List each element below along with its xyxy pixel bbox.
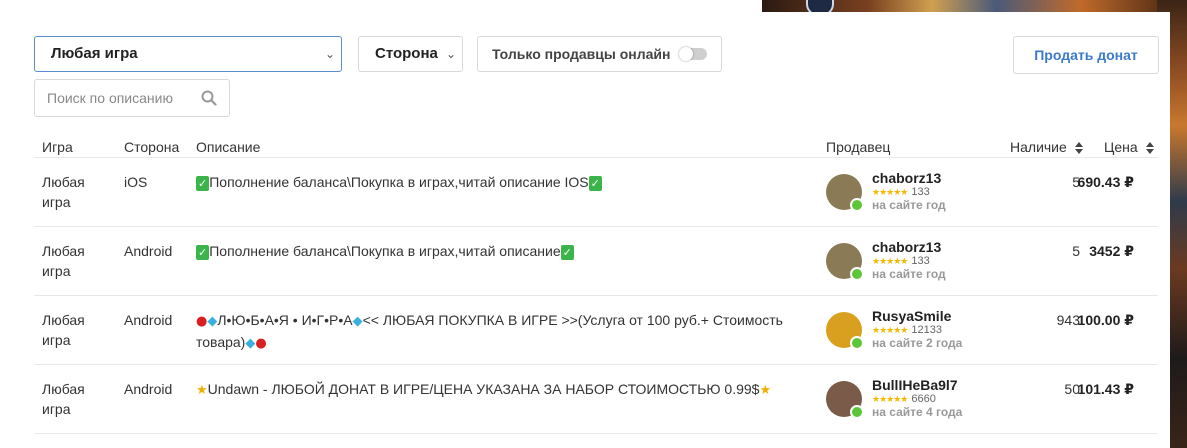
star-icon: ★	[196, 383, 208, 398]
star-rating-icon: ★★★★★	[872, 187, 908, 197]
header-seller: Продавец	[826, 139, 891, 155]
row-game: Любая игра	[42, 174, 85, 210]
check-mark-icon: ✓	[588, 176, 602, 191]
row-description-text: Undawn - ЛЮБОЙ ДОНАТ В ИГРЕ/ЦЕНА УКАЗАНА…	[207, 381, 760, 397]
row-description: ✓ Пополнение баланса\Покупка в играх,чита…	[196, 172, 816, 192]
row-description: ✓ Пополнение баланса\Покупка в играх,чита…	[196, 241, 816, 261]
online-status-icon	[850, 198, 864, 212]
red-circle-icon: ●	[196, 314, 208, 329]
row-side: Android	[124, 243, 173, 259]
row-description-text-a: Л•Ю•Б•А•Я • И•Г•Р•А	[217, 312, 353, 328]
diamond-icon: ◆	[245, 336, 256, 351]
row-game: Любая игра	[42, 312, 85, 348]
seller-since: на сайте 2 года	[872, 336, 963, 350]
row-price: 101.43 ₽	[1077, 381, 1134, 397]
rating-count: 133	[911, 255, 930, 267]
row-description-text: Пополнение баланса\Покупка в играх,читай…	[209, 174, 589, 190]
online-status-icon	[850, 336, 864, 350]
row-game: Любая игра	[42, 243, 85, 279]
side-select-value: Сторона	[375, 45, 438, 62]
seller-rating: ★★★★★ 12133	[872, 324, 942, 336]
row-game: Любая игра	[42, 381, 85, 417]
header-side: Сторона	[124, 139, 180, 155]
header-price: Цена	[1104, 139, 1138, 155]
table-row[interactable]: Любая игра iOS ✓ Пополнение баланса\Покуп…	[0, 158, 1170, 226]
online-status-icon	[850, 267, 864, 281]
row-description: ★Undawn - ЛЮБОЙ ДОНАТ В ИГРЕ/ЦЕНА УКАЗАН…	[196, 379, 816, 401]
header-price-sort[interactable]: Цена	[1104, 139, 1154, 155]
sort-icon	[1074, 142, 1083, 155]
table-row[interactable]: Любая игра Android ✓ Пополнение баланса\П…	[0, 227, 1170, 295]
header-game: Игра	[42, 139, 73, 155]
seller-rating: ★★★★★ 6660	[872, 393, 936, 405]
seller-rating: ★★★★★ 133	[872, 255, 930, 267]
offers-panel: Любая игра ⌄ Сторона ⌄ Только продавцы о…	[0, 12, 1170, 448]
seller-name[interactable]: BullIHeBa9l7	[872, 377, 958, 393]
seller-name[interactable]: chaborz13	[872, 239, 941, 255]
star-rating-icon: ★★★★★	[872, 325, 908, 335]
row-price: 690.43 ₽	[1077, 174, 1134, 190]
game-select[interactable]: Любая игра ⌄	[34, 36, 342, 72]
seller-since: на сайте 4 года	[872, 405, 963, 419]
chevron-down-icon: ⌄	[445, 47, 456, 61]
red-circle-icon: ●	[255, 336, 267, 351]
row-stock: 943	[1056, 312, 1080, 328]
search-input[interactable]	[35, 80, 209, 116]
search-icon[interactable]	[201, 90, 217, 106]
row-price: 100.00 ₽	[1077, 312, 1134, 328]
check-mark-icon: ✓	[560, 245, 574, 260]
header-stock: Наличие	[1010, 139, 1067, 155]
game-select-value: Любая игра	[51, 45, 138, 62]
online-only-label: Только продавцы онлайн	[492, 46, 671, 62]
check-mark-icon: ✓	[196, 245, 210, 260]
online-status-icon	[850, 405, 864, 419]
side-select[interactable]: Сторона ⌄	[358, 36, 463, 72]
chevron-down-icon: ⌄	[324, 47, 335, 61]
sort-icon	[1145, 142, 1154, 155]
table-divider	[34, 433, 1158, 434]
diamond-icon: ◆	[207, 314, 218, 329]
diamond-icon: ◆	[352, 314, 363, 329]
row-stock: 5	[1072, 243, 1080, 259]
table-row[interactable]: Любая игра Android ●◆Л•Ю•Б•А•Я • И•Г•Р•А…	[0, 296, 1170, 364]
row-side: iOS	[124, 174, 148, 190]
online-only-filter[interactable]: Только продавцы онлайн	[477, 36, 722, 72]
seller-name[interactable]: chaborz13	[872, 170, 941, 186]
row-description-text: Пополнение баланса\Покупка в играх,читай…	[209, 243, 561, 259]
seller-rating: ★★★★★ 133	[872, 186, 930, 198]
sell-donate-button[interactable]: Продать донат	[1013, 36, 1159, 74]
seller-since: на сайте год	[872, 267, 946, 281]
row-description: ●◆Л•Ю•Б•А•Я • И•Г•Р•А◆<< ЛЮБАЯ ПОКУПКА В…	[196, 310, 816, 354]
header-description: Описание	[196, 139, 261, 155]
star-rating-icon: ★★★★★	[872, 256, 908, 266]
star-icon: ★	[759, 383, 772, 398]
avatar[interactable]	[826, 243, 864, 281]
seller-since: на сайте год	[872, 198, 946, 212]
search-box	[34, 79, 230, 117]
avatar[interactable]	[826, 174, 864, 212]
avatar[interactable]	[826, 312, 864, 350]
rating-count: 133	[911, 186, 930, 198]
avatar[interactable]	[826, 381, 864, 419]
seller-name[interactable]: RusyaSmile	[872, 308, 951, 324]
rating-count: 6660	[911, 393, 936, 405]
row-price: 3452 ₽	[1089, 243, 1134, 259]
row-side: Android	[124, 312, 173, 328]
table-row[interactable]: Любая игра Android ★Undawn - ЛЮБОЙ ДОНАТ…	[0, 365, 1170, 433]
online-only-toggle[interactable]	[679, 47, 707, 61]
row-side: Android	[124, 381, 173, 397]
check-mark-icon: ✓	[196, 176, 210, 191]
header-stock-sort[interactable]: Наличие	[1010, 139, 1083, 155]
rating-count: 12133	[911, 324, 942, 336]
star-rating-icon: ★★★★★	[872, 394, 908, 404]
